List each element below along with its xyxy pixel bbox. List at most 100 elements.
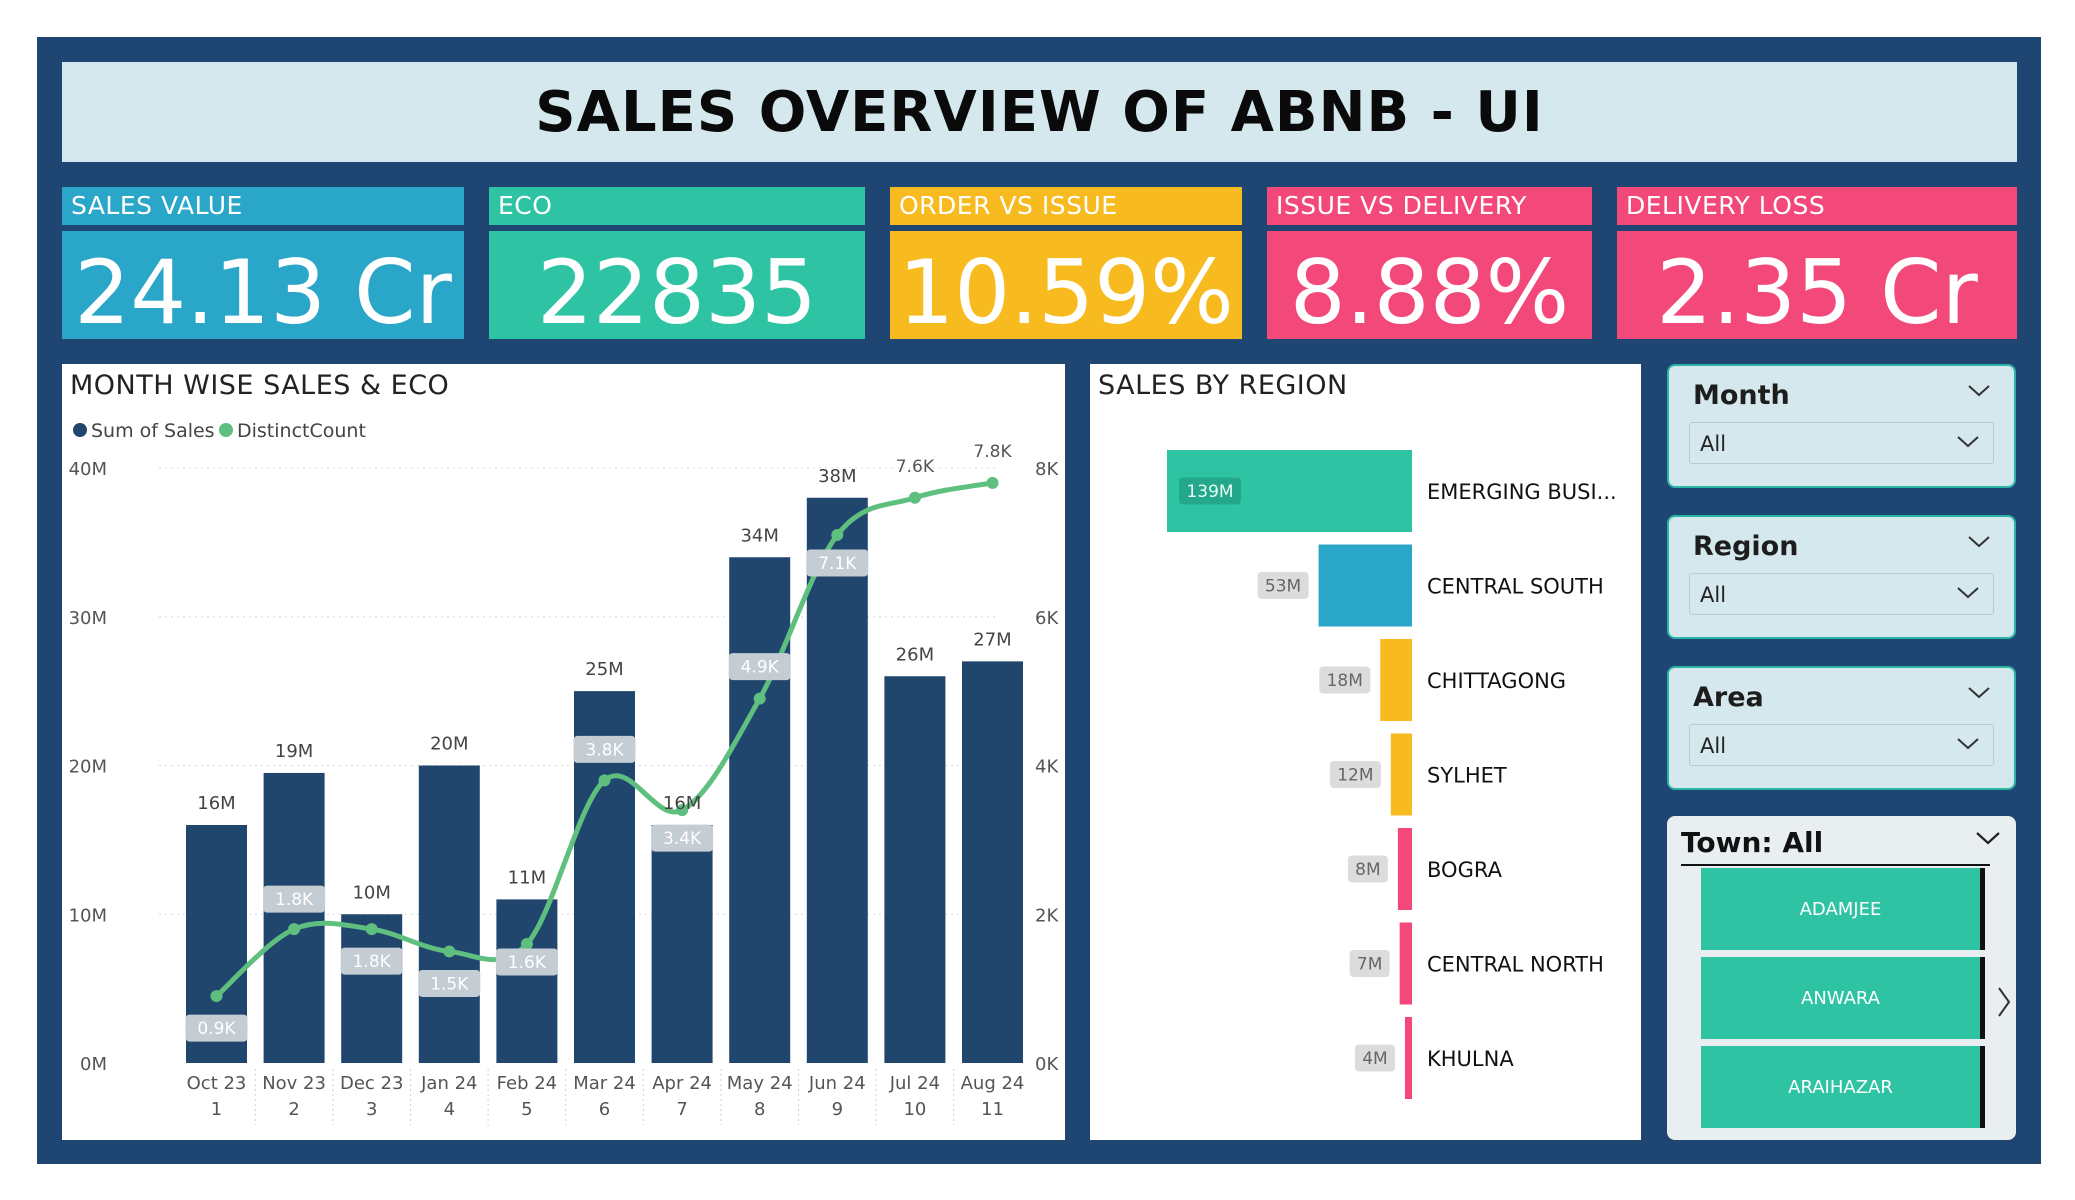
region-bar[interactable] xyxy=(1318,544,1412,627)
x-tick-label: Aug 24 xyxy=(961,1073,1025,1094)
y-right-tick-label: 0K xyxy=(1035,1054,1059,1075)
chevron-down-icon[interactable] xyxy=(1966,682,1992,702)
area-slicer[interactable]: Area All xyxy=(1667,666,2016,790)
chevron-down-icon[interactable] xyxy=(1974,828,2002,848)
region-bar[interactable] xyxy=(1404,1017,1412,1099)
region-category-label: CENTRAL NORTH xyxy=(1427,953,1604,977)
x-tick-label: Oct 23 xyxy=(187,1073,247,1094)
region-data-label: 8M xyxy=(1355,860,1380,880)
region-data-label: 4M xyxy=(1362,1049,1387,1069)
page-title: SALES OVERVIEW OF ABNB - UI xyxy=(535,79,1544,145)
town-button-anwara[interactable]: ANWARA xyxy=(1701,957,1985,1039)
eco-point[interactable] xyxy=(443,945,456,958)
x-sub-tick-label: 2 xyxy=(288,1099,299,1120)
month-dropdown[interactable]: All xyxy=(1689,422,1994,464)
x-sub-tick-label: 3 xyxy=(366,1099,377,1120)
town-slicer[interactable]: Town: All ADAMJEE ANWARA ARAIHAZAR xyxy=(1667,816,2016,1140)
kpi-value: 22835 xyxy=(489,231,865,344)
kpi-card-order-vs-issue: ORDER VS ISSUE 10.59% xyxy=(890,187,1242,344)
region-bar[interactable] xyxy=(1380,639,1412,721)
sales-bar[interactable] xyxy=(962,661,1023,1063)
dropdown-value: All xyxy=(1700,432,1727,456)
legend[interactable]: Sum of Sales DistinctCount xyxy=(73,420,366,442)
x-tick-label: Nov 23 xyxy=(262,1073,326,1094)
kpi-label: SALES VALUE xyxy=(62,187,464,225)
legend-label-sales: Sum of Sales xyxy=(91,420,215,442)
y-right-tick-label: 6K xyxy=(1035,608,1059,629)
area-dropdown[interactable]: All xyxy=(1689,724,1994,766)
kpi-value: 8.88% xyxy=(1267,231,1592,344)
region-data-label: 53M xyxy=(1265,577,1301,597)
chevron-down-icon[interactable] xyxy=(1966,380,1992,400)
x-tick-label: Feb 24 xyxy=(497,1073,558,1094)
region-dropdown[interactable]: All xyxy=(1689,573,1994,615)
slicer-title: Area xyxy=(1693,682,1764,713)
x-tick-label: Jun 24 xyxy=(808,1073,866,1094)
chevron-right-icon[interactable] xyxy=(1994,985,2014,1019)
chevron-down-icon xyxy=(1957,587,1979,599)
eco-point[interactable] xyxy=(365,923,378,936)
kpi-card-sales-value: SALES VALUE 24.13 Cr xyxy=(62,187,464,344)
region-slicer[interactable]: Region All xyxy=(1667,515,2016,639)
chevron-down-icon[interactable] xyxy=(1966,531,1992,551)
eco-point[interactable] xyxy=(598,774,611,787)
y-right-tick-label: 8K xyxy=(1035,459,1059,480)
y-left-tick-label: 20M xyxy=(69,757,107,778)
x-sub-tick-label: 7 xyxy=(676,1099,687,1120)
kpi-card-delivery-loss: DELIVERY LOSS 2.35 Cr xyxy=(1617,187,2017,344)
month-sales-eco-chart[interactable]: Sum of Sales DistinctCount 16M19M10M20M1… xyxy=(62,364,1065,1140)
region-bar[interactable] xyxy=(1399,922,1412,1005)
kpi-value: 2.35 Cr xyxy=(1617,231,2017,344)
town-button-araihazar[interactable]: ARAIHAZAR xyxy=(1701,1046,1985,1128)
x-tick-label: Dec 23 xyxy=(340,1073,403,1094)
y-right-tick-label: 4K xyxy=(1035,757,1059,778)
slicer-title: Region xyxy=(1693,531,1799,562)
eco-data-label: 4.9K xyxy=(741,658,780,678)
region-bar[interactable] xyxy=(1390,733,1412,816)
x-sub-tick-label: 9 xyxy=(832,1099,843,1120)
sales-bar[interactable] xyxy=(884,676,946,1063)
sales-bar[interactable] xyxy=(496,899,558,1063)
eco-data-label: 3.8K xyxy=(585,740,624,760)
sales-data-label: 25M xyxy=(585,659,623,680)
chevron-down-icon xyxy=(1957,436,1979,448)
eco-point[interactable] xyxy=(210,990,223,1003)
eco-point[interactable] xyxy=(520,938,533,950)
sales-bar[interactable] xyxy=(418,765,480,1064)
kpi-value: 24.13 Cr xyxy=(62,231,464,344)
month-slicer[interactable]: Month All xyxy=(1667,364,2016,488)
divider xyxy=(1681,864,1990,866)
sales-bar[interactable] xyxy=(729,557,791,1063)
eco-data-label: 1.8K xyxy=(353,952,392,972)
region-bar[interactable] xyxy=(1397,828,1412,910)
sales-bar[interactable] xyxy=(651,825,713,1063)
sales-data-label: 16M xyxy=(197,793,235,814)
sales-data-label: 27M xyxy=(973,629,1011,650)
x-sub-tick-label: 1 xyxy=(211,1099,222,1120)
eco-point[interactable] xyxy=(753,692,766,705)
sales-data-label: 11M xyxy=(508,867,546,888)
sales-data-label: 19M xyxy=(275,741,313,762)
x-sub-tick-label: 6 xyxy=(599,1099,610,1120)
eco-data-label: 0.9K xyxy=(197,1019,236,1039)
town-button-adamjee[interactable]: ADAMJEE xyxy=(1701,868,1985,950)
sales-by-region-chart[interactable]: 139M EMERGING BUSI... 53M CENTRAL SOUTH 18M C… xyxy=(1090,364,1641,1140)
eco-data-label: 3.4K xyxy=(663,829,702,849)
y-left-tick-label: 40M xyxy=(69,459,107,480)
sales-data-label: 38M xyxy=(818,466,856,487)
eco-point[interactable] xyxy=(288,923,301,936)
eco-point[interactable] xyxy=(908,491,921,504)
eco-data-label: 1.5K xyxy=(430,974,469,994)
month-chart-panel: MONTH WISE SALES & ECO Sum of Sales Dist… xyxy=(62,364,1065,1140)
sales-bar[interactable] xyxy=(806,497,868,1063)
kpi-card-issue-vs-delivery: ISSUE VS DELIVERY 8.88% xyxy=(1267,187,1592,344)
x-sub-tick-label: 8 xyxy=(754,1099,765,1120)
eco-point[interactable] xyxy=(986,476,999,489)
x-sub-tick-label: 5 xyxy=(521,1099,532,1120)
sales-bar[interactable] xyxy=(263,772,325,1063)
region-category-label: CHITTAGONG xyxy=(1427,669,1566,693)
region-data-label: 12M xyxy=(1337,766,1373,786)
kpi-label: DELIVERY LOSS xyxy=(1617,187,2017,225)
eco-point[interactable] xyxy=(831,528,844,541)
dropdown-value: All xyxy=(1700,583,1727,607)
